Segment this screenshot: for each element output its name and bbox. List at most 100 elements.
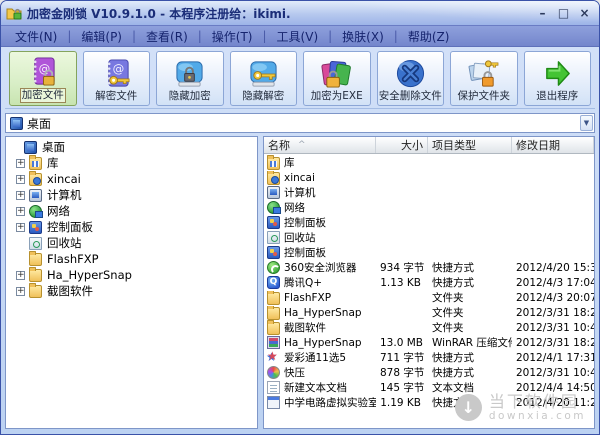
list-row[interactable]: 截图软件文件夹2012/3/31 10:49 — [264, 320, 594, 335]
address-bar[interactable]: 桌面 ▼ — [5, 113, 595, 133]
secure-delete-button[interactable]: 安全删除文件 — [377, 51, 445, 106]
tree-item[interactable]: + xincai — [7, 171, 257, 187]
hide-encrypt-icon — [174, 57, 205, 90]
expand-icon[interactable]: + — [16, 159, 25, 168]
file-type: 快捷方式 — [428, 260, 512, 275]
list-row[interactable]: 网络 — [264, 200, 594, 215]
control-icon — [29, 221, 42, 234]
list-row[interactable]: 360安全浏览器934 字节快捷方式2012/4/20 15:35 — [264, 260, 594, 275]
user-icon — [29, 173, 42, 186]
folder-tree: 桌面+库+xincai+计算机+网络+控制面板回收站FlashFXP+Ha_Hy… — [5, 136, 258, 429]
decrypt-file-button[interactable]: @ 解密文件 — [83, 51, 151, 106]
list-row[interactable]: 库 — [264, 155, 594, 170]
control-icon — [267, 216, 280, 229]
list-row[interactable]: 回收站 — [264, 230, 594, 245]
menu-item-1[interactable]: 文件(N) — [9, 26, 63, 47]
list-row[interactable]: 爱彩通11选5711 字节快捷方式2012/4/1 17:31 — [264, 350, 594, 365]
file-date: 2012/4/20 15:35 — [512, 262, 594, 274]
tree-item-label: FlashFXP — [47, 252, 99, 266]
file-name: 360安全浏览器 — [284, 260, 357, 275]
hide-encrypt-button[interactable]: 隐藏加密 — [156, 51, 224, 106]
list-row[interactable]: 中学电路虚拟实验室1.19 KB快捷方式2012/4/20 11:28 — [264, 395, 594, 410]
star-icon — [267, 351, 280, 364]
encrypt-file-button[interactable]: @ 加密文件 — [9, 51, 77, 106]
file-name-cell: 控制面板 — [264, 215, 376, 230]
maximize-button[interactable]: □ — [555, 5, 572, 21]
file-name-cell: 360安全浏览器 — [264, 260, 376, 275]
tree-item[interactable]: 桌面 — [7, 139, 257, 155]
tree-item-label: Ha_HyperSnap — [47, 268, 132, 282]
file-name-cell: 快压 — [264, 365, 376, 380]
file-type: 快捷方式 — [428, 395, 512, 410]
file-name: FlashFXP — [284, 292, 331, 304]
menu-item-2[interactable]: 编辑(P) — [75, 26, 128, 47]
expand-icon[interactable]: + — [16, 287, 25, 296]
tree-item-label: 网络 — [47, 203, 70, 219]
file-type: WinRAR 压缩文件 — [428, 335, 512, 350]
list-row[interactable]: 新建文本文档145 字节文本文档2012/4/4 14:50 — [264, 380, 594, 395]
column-header-size[interactable]: 大小 — [376, 137, 428, 153]
menu-separator: | — [390, 29, 402, 43]
decrypt-file-label: 解密文件 — [95, 90, 137, 103]
list-row[interactable]: FlashFXP文件夹2012/4/3 20:07 — [264, 290, 594, 305]
tree-item[interactable]: +计算机 — [7, 187, 257, 203]
minimize-button[interactable]: – — [534, 5, 551, 21]
file-name: 库 — [284, 155, 295, 170]
tree-item[interactable]: FlashFXP — [7, 251, 257, 267]
list-row[interactable]: 腾讯Q+1.13 KB快捷方式2012/4/3 17:04 — [264, 275, 594, 290]
list-row[interactable]: 计算机 — [264, 185, 594, 200]
tree-item[interactable]: +控制面板 — [7, 219, 257, 235]
file-name-cell: xincai — [264, 171, 376, 185]
folder-icon — [267, 322, 280, 335]
main-split: 桌面+库+xincai+计算机+网络+控制面板回收站FlashFXP+Ha_Hy… — [5, 136, 595, 429]
expand-icon[interactable]: + — [16, 175, 25, 184]
file-name-cell: FlashFXP — [264, 291, 376, 305]
list-row[interactable]: 快压878 字节快捷方式2012/3/31 10:47 — [264, 365, 594, 380]
menu-separator: | — [259, 29, 271, 43]
menu-item-3[interactable]: 查看(R) — [140, 26, 194, 47]
list-row[interactable]: Ha_HyperSnap文件夹2012/3/31 18:22 — [264, 305, 594, 320]
column-header-name[interactable]: 名称 — [264, 137, 376, 153]
protect-folder-icon — [468, 57, 499, 90]
file-type: 快捷方式 — [428, 275, 512, 290]
list-row[interactable]: Ha_HyperSnap13.0 MBWinRAR 压缩文件2012/3/31 … — [264, 335, 594, 350]
menu-item-5[interactable]: 工具(V) — [271, 26, 325, 47]
file-name-cell: 计算机 — [264, 185, 376, 200]
file-type: 文件夹 — [428, 305, 512, 320]
expand-icon[interactable]: + — [16, 207, 25, 216]
list-header: 名称 大小 项目类型 修改日期 — [264, 137, 594, 154]
address-value: 桌面 — [27, 115, 51, 132]
encrypt-to-exe-button[interactable]: 加密为EXE — [303, 51, 371, 106]
file-size: 13.0 MB — [376, 337, 428, 349]
hide-decrypt-button[interactable]: 隐藏解密 — [230, 51, 298, 106]
file-name: 回收站 — [284, 230, 316, 245]
list-row[interactable]: 控制面板 — [264, 215, 594, 230]
exit-button[interactable]: 退出程序 — [524, 51, 592, 106]
expand-icon[interactable]: + — [16, 223, 25, 232]
file-date: 2012/4/20 11:28 — [512, 397, 594, 409]
address-dropdown-button[interactable]: ▼ — [580, 115, 593, 131]
list-row[interactable]: xincai — [264, 170, 594, 185]
menu-item-7[interactable]: 帮助(Z) — [402, 26, 456, 47]
list-row[interactable]: 控制面板 — [264, 245, 594, 260]
tree-item[interactable]: + 网络 — [7, 203, 257, 219]
column-header-type[interactable]: 项目类型 — [428, 137, 512, 153]
file-size: 711 字节 — [376, 350, 428, 365]
column-header-date[interactable]: 修改日期 — [512, 137, 594, 153]
protect-folder-button[interactable]: 保护文件夹 — [450, 51, 518, 106]
tree-item-label: 桌面 — [42, 139, 65, 155]
encrypt-file-label: 加密文件 — [20, 88, 66, 103]
tree-item[interactable]: 回收站 — [7, 235, 257, 251]
list-rows: 库xincai计算机网络控制面板回收站控制面板360安全浏览器934 字节快捷方… — [264, 154, 594, 428]
recycle-icon — [267, 231, 280, 244]
tree-item-label: xincai — [47, 172, 81, 186]
file-size: 1.19 KB — [376, 397, 428, 409]
expand-icon[interactable]: + — [16, 191, 25, 200]
tree-item[interactable]: + Ha_HyperSnap — [7, 267, 257, 283]
menu-item-4[interactable]: 操作(T) — [206, 26, 259, 47]
menu-item-6[interactable]: 换肤(X) — [336, 26, 390, 47]
tree-item[interactable]: +截图软件 — [7, 283, 257, 299]
close-button[interactable]: × — [576, 5, 593, 21]
expand-icon[interactable]: + — [16, 271, 25, 280]
tree-item[interactable]: +库 — [7, 155, 257, 171]
